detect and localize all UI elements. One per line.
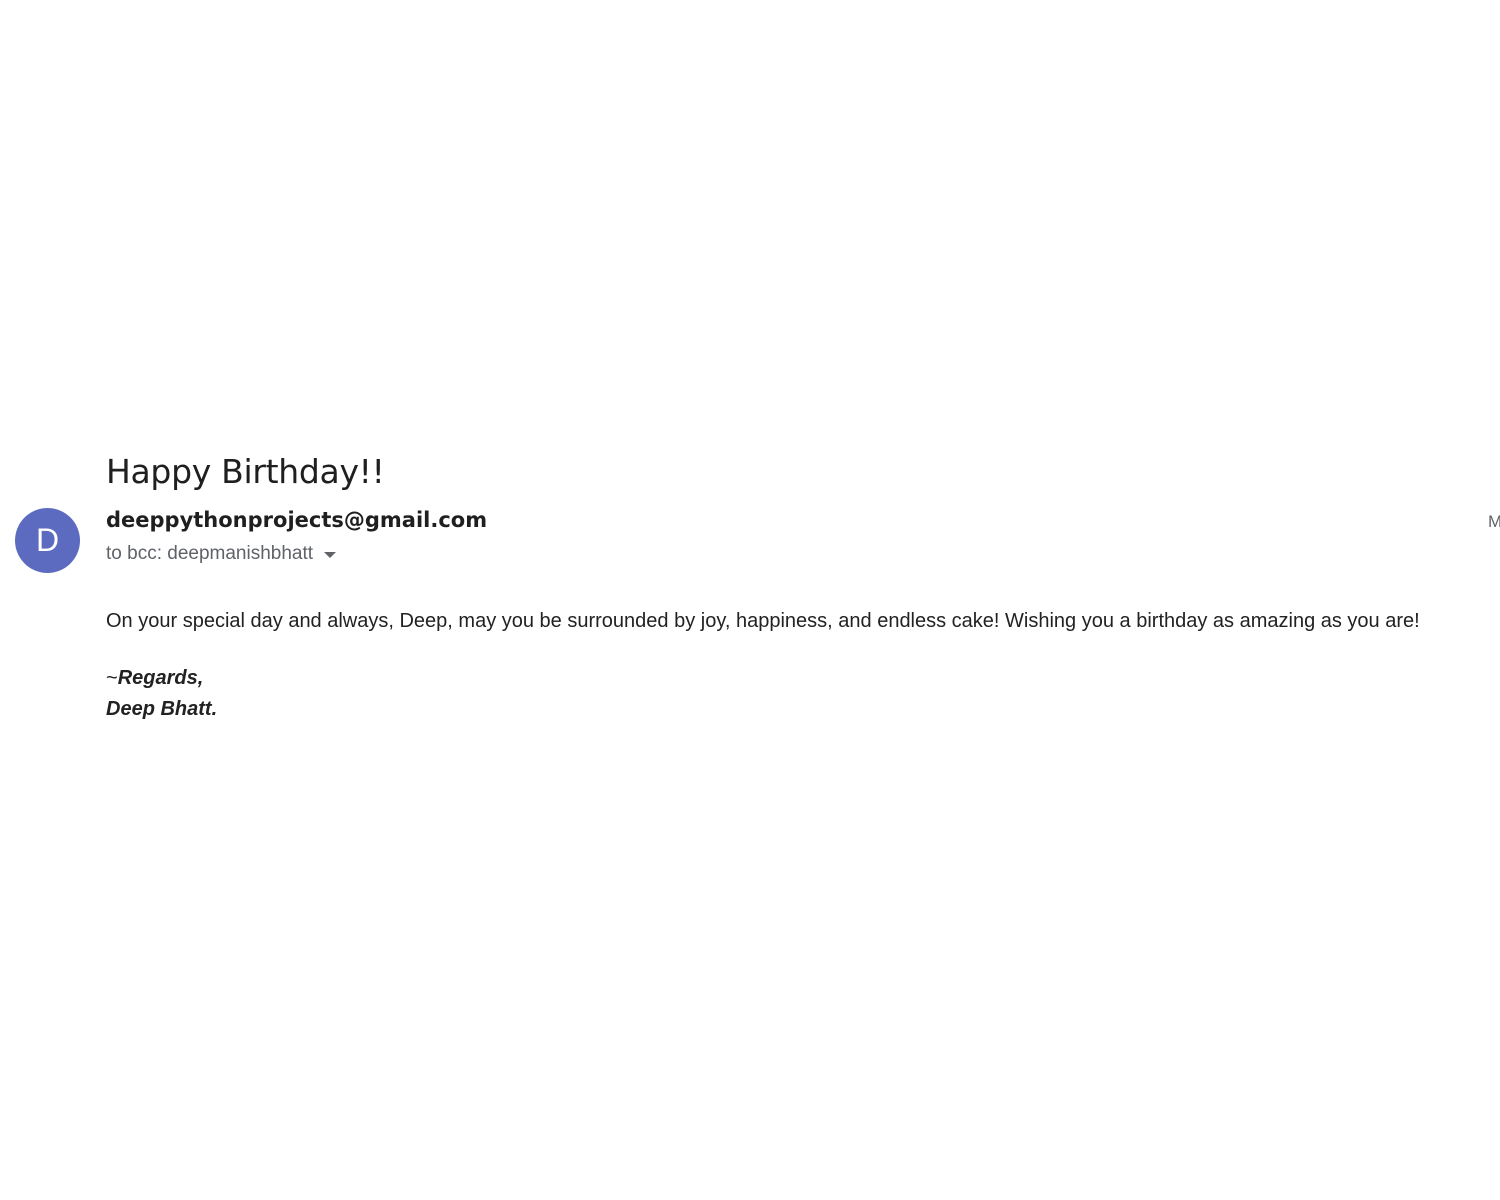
sender-email[interactable]: deeppythonprojects@gmail.com bbox=[106, 508, 487, 532]
signature-name: Deep Bhatt. bbox=[106, 698, 218, 720]
sender-avatar[interactable]: D bbox=[15, 508, 80, 573]
signature-tilde: ~ bbox=[106, 667, 118, 689]
recipients-line: to bcc: deepmanishbhatt bbox=[106, 543, 337, 565]
recipients-text: to bcc: deepmanishbhatt bbox=[106, 543, 314, 564]
avatar-letter: D bbox=[35, 522, 60, 558]
email-date-text: M bbox=[1488, 512, 1500, 531]
email-date: M bbox=[1488, 512, 1500, 532]
signature-regards-line: ~Regards, bbox=[106, 663, 217, 694]
show-details-dropdown-icon[interactable] bbox=[324, 552, 337, 558]
email-body: On your special day and always, Deep, ma… bbox=[106, 610, 1420, 632]
signature-regards: Regards, bbox=[117, 667, 204, 689]
email-signature: ~Regards, Deep Bhatt. bbox=[106, 663, 217, 725]
email-subject: Happy Birthday!! bbox=[106, 452, 385, 492]
